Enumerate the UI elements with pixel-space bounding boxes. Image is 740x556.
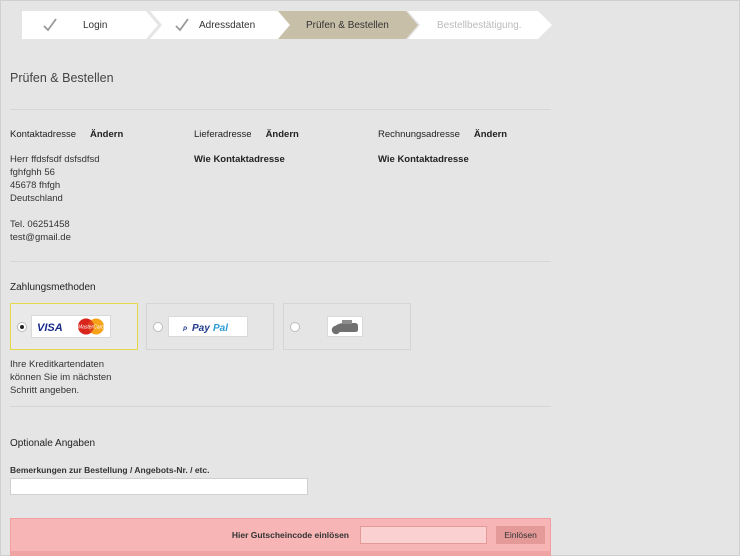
mastercard-logo-text: MasterCard xyxy=(78,325,104,331)
divider xyxy=(10,109,551,110)
address-line: 45678 fhfgh xyxy=(10,180,61,191)
email-text: test@gmail.de xyxy=(10,232,71,243)
payment-note: Ihre Kreditkartendaten können Sie im näc… xyxy=(10,358,111,397)
remarks-label: Bemerkungen zur Bestellung / Angebots-Nr… xyxy=(10,465,210,475)
address-line: Deutschland xyxy=(10,193,63,204)
page-title: Prüfen & Bestellen xyxy=(10,71,114,85)
hand-money-icon xyxy=(331,320,358,335)
step-label: Adressdaten xyxy=(199,19,256,31)
coupon-code-input[interactable] xyxy=(360,526,487,544)
delivery-address-heading: Lieferadresse xyxy=(194,129,252,140)
coupon-label: Hier Gutscheincode einlösen xyxy=(231,530,349,540)
phone-text: Tel. 06251458 xyxy=(10,219,70,230)
divider xyxy=(10,406,551,407)
change-billing-address-link[interactable]: Ändern xyxy=(474,129,507,140)
address-line: fghfghh 56 xyxy=(10,167,55,178)
contact-address-heading: Kontaktadresse xyxy=(10,129,77,140)
billing-address: Rechnungsadresse Ändern Wie Kontaktadres… xyxy=(378,129,507,166)
payment-option-paypal[interactable]: P Pay Pal xyxy=(146,303,274,350)
step-label: Bestellbestätigung. xyxy=(437,19,522,31)
radio-button[interactable] xyxy=(290,322,300,332)
billing-address-value: Wie Kontaktadresse xyxy=(378,154,469,165)
optional-heading: Optionale Angaben xyxy=(10,438,96,449)
change-delivery-address-link[interactable]: Ändern xyxy=(266,129,299,140)
step-label: Prüfen & Bestellen xyxy=(306,19,389,31)
step-label: Login xyxy=(83,19,108,31)
visa-mastercard-icon: VISA MasterCard xyxy=(37,318,104,335)
paypal-mark: P xyxy=(183,327,188,333)
paypal-logo-text: Pay xyxy=(192,323,210,334)
payment-note-line: Schritt angeben. xyxy=(10,385,80,396)
step-address[interactable]: Adressdaten xyxy=(150,11,290,39)
checkmark-icon xyxy=(43,18,57,32)
payment-heading: Zahlungsmethoden xyxy=(10,282,96,293)
billing-address-heading: Rechnungsadresse xyxy=(378,129,460,140)
contact-address: Kontaktadresse Ändern Herr ffdsfsdf dsfs… xyxy=(10,129,123,244)
radio-button[interactable] xyxy=(153,322,163,332)
delivery-address: Lieferadresse Ändern Wie Kontaktadresse xyxy=(194,129,299,166)
payment-note-line: Ihre Kreditkartendaten xyxy=(10,359,105,370)
paypal-logo-text: Pal xyxy=(213,323,228,334)
step-confirmation: Bestellbestätigung. xyxy=(408,11,552,39)
payment-option-creditcard[interactable]: VISA MasterCard xyxy=(10,303,138,350)
radio-button[interactable] xyxy=(17,322,27,332)
paypal-logo: P Pay Pal xyxy=(168,316,248,337)
payment-note-line: können Sie im nächsten xyxy=(10,372,112,383)
coupon-bar: Hier Gutscheincode einlösen Einlösen xyxy=(10,518,551,556)
checkmark-icon xyxy=(175,18,189,32)
creditcard-logos: VISA MasterCard xyxy=(31,315,111,338)
coupon-bar-strip xyxy=(11,551,550,556)
cash-logo xyxy=(327,316,363,337)
payment-option-cash[interactable] xyxy=(283,303,411,350)
delivery-address-value: Wie Kontaktadresse xyxy=(194,154,285,165)
address-line: Herr ffdsfsdf dsfsdfsd xyxy=(10,154,100,165)
step-review: Prüfen & Bestellen xyxy=(278,11,418,39)
redeem-coupon-button[interactable]: Einlösen xyxy=(496,526,545,544)
divider xyxy=(10,261,551,262)
visa-logo-text: VISA xyxy=(37,322,63,334)
paypal-icon: P Pay Pal xyxy=(183,323,228,334)
change-contact-address-link[interactable]: Ändern xyxy=(90,129,123,140)
checkout-steps: Login Adressdaten Prüfen & Bestellen Bes… xyxy=(22,11,552,39)
step-login[interactable]: Login xyxy=(22,11,158,39)
remarks-input[interactable] xyxy=(10,478,308,495)
